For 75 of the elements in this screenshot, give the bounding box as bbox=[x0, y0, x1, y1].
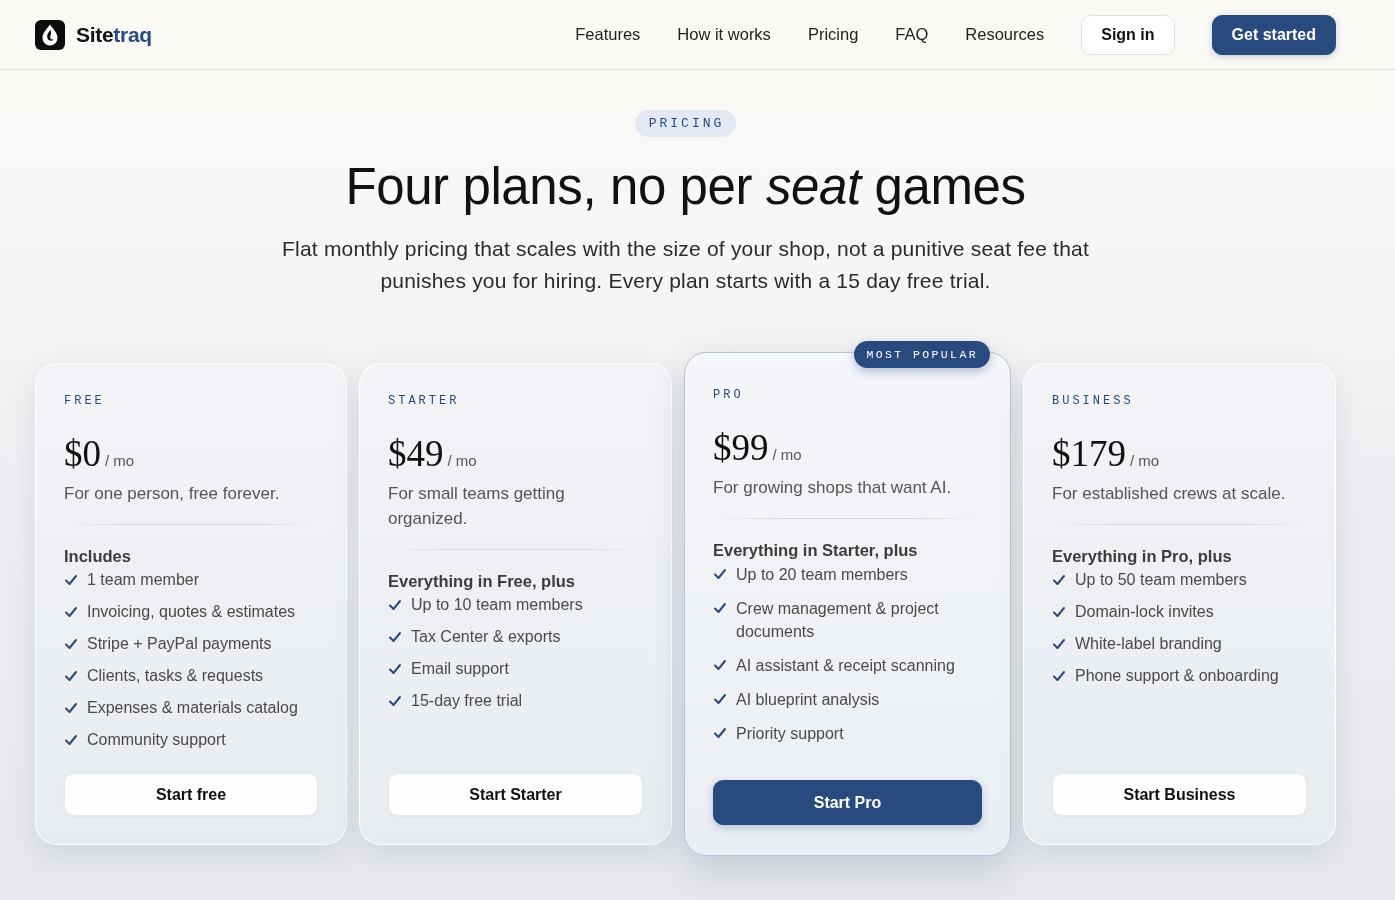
check-icon bbox=[713, 692, 727, 706]
check-icon bbox=[64, 637, 78, 651]
features-heading: Everything in Free, plus bbox=[388, 571, 576, 592]
price-period: / mo bbox=[1130, 452, 1160, 469]
feature-text: Up to 20 team members bbox=[736, 565, 908, 585]
check-icon bbox=[64, 573, 78, 587]
page-subtitle: Flat monthly pricing that scales with the size of your shop, not a punitive seat fee that punishes you for hiring. Every plan starts with a 15 day free trial. bbox=[281, 236, 1090, 294]
feature-text: Invoicing, quotes & estimates bbox=[87, 602, 296, 622]
feature-text: 1 team member bbox=[87, 570, 200, 590]
check-icon bbox=[713, 567, 727, 581]
features-heading: Everything in Starter, plus bbox=[713, 540, 918, 561]
feature-text: AI blueprint analysis bbox=[736, 690, 880, 710]
plan-button[interactable]: Start Pro bbox=[713, 780, 982, 825]
check-icon bbox=[64, 669, 78, 683]
check-icon bbox=[388, 598, 402, 612]
check-icon bbox=[64, 733, 78, 747]
plan-description: For small teams getting organized. bbox=[388, 483, 566, 530]
popular-badge: MOST POPULAR bbox=[854, 341, 990, 368]
get-started-button[interactable]: Get started bbox=[1211, 14, 1336, 55]
plan-name: BUSINESS bbox=[1052, 394, 1134, 408]
feature-text: AI assistant & receipt scanning bbox=[736, 656, 955, 676]
check-icon bbox=[1052, 573, 1066, 587]
feature-text: Crew management & project documents bbox=[736, 599, 940, 642]
plan-description: For established crews at scale. bbox=[1052, 483, 1287, 505]
nav-link[interactable]: FAQ bbox=[895, 25, 929, 44]
check-icon bbox=[64, 701, 78, 715]
feature-text: Domain-lock invites bbox=[1075, 602, 1214, 622]
feature-text: Email support bbox=[411, 659, 509, 679]
plan-name: FREE bbox=[64, 394, 105, 408]
section-eyebrow: PRICING bbox=[634, 110, 737, 137]
feature-text: White-label branding bbox=[1075, 634, 1222, 654]
check-icon bbox=[1052, 669, 1066, 683]
nav-link[interactable]: Resources bbox=[965, 25, 1045, 44]
check-icon bbox=[1052, 637, 1066, 651]
plan-button[interactable]: Start Business bbox=[1052, 773, 1307, 816]
feature-text: Priority support bbox=[736, 724, 844, 744]
plan-name: STARTER bbox=[388, 394, 460, 408]
check-icon bbox=[1052, 605, 1066, 619]
check-icon bbox=[388, 630, 402, 644]
price-period: / mo bbox=[447, 452, 477, 469]
check-icon bbox=[713, 658, 727, 672]
feature-text: Tax Center & exports bbox=[411, 627, 561, 647]
logo-icon bbox=[35, 19, 65, 50]
feature-text: 15-day free trial bbox=[411, 691, 523, 711]
nav-link[interactable]: Pricing bbox=[807, 25, 859, 44]
plan-button[interactable]: Start free bbox=[64, 773, 318, 816]
feature-text: Expenses & materials catalog bbox=[87, 698, 298, 718]
feature-text: Phone support & onboarding bbox=[1075, 666, 1279, 686]
plan-button[interactable]: Start Starter bbox=[388, 773, 643, 816]
check-icon bbox=[64, 605, 78, 619]
features-heading: Includes bbox=[64, 546, 131, 567]
check-icon bbox=[713, 601, 727, 615]
plan-description: For growing shops that want AI. bbox=[713, 477, 953, 499]
check-icon bbox=[713, 726, 727, 740]
plan-price: $0 bbox=[64, 432, 101, 476]
page-heading: Four plans, no per seat games bbox=[345, 157, 1026, 217]
features-heading: Everything in Pro, plus bbox=[1052, 546, 1232, 567]
plan-price: $179 bbox=[1052, 432, 1126, 476]
price-period: / mo bbox=[772, 446, 802, 463]
nav-link[interactable]: How it works bbox=[677, 25, 771, 44]
brand-name[interactable]: Sitetraq bbox=[76, 22, 152, 47]
plan-name: PRO bbox=[713, 388, 744, 402]
check-icon bbox=[388, 662, 402, 676]
nav-link[interactable]: Features bbox=[575, 25, 641, 44]
feature-text: Up to 50 team members bbox=[1075, 570, 1247, 590]
check-icon bbox=[388, 694, 402, 708]
feature-text: Community support bbox=[87, 730, 226, 750]
feature-text: Up to 10 team members bbox=[411, 595, 583, 615]
plan-price: $99 bbox=[713, 426, 769, 470]
feature-text: Clients, tasks & requests bbox=[87, 666, 264, 686]
feature-text: Stripe + PayPal payments bbox=[87, 634, 272, 654]
plan-price: $49 bbox=[388, 432, 444, 476]
sign-in-button[interactable]: Sign in bbox=[1081, 14, 1175, 55]
plan-description: For one person, free forever. bbox=[64, 483, 281, 505]
price-period: / mo bbox=[105, 452, 135, 469]
